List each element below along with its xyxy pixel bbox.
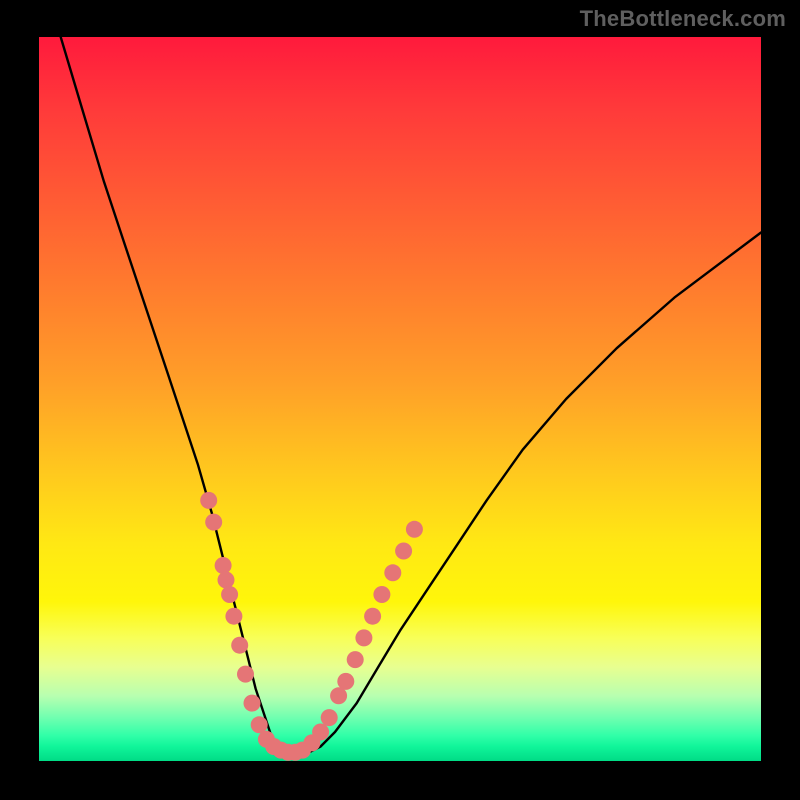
data-point xyxy=(406,521,423,538)
data-point xyxy=(384,564,401,581)
watermark-text: TheBottleneck.com xyxy=(580,6,786,32)
chart-overlay xyxy=(39,37,761,761)
data-point xyxy=(218,572,235,589)
data-point xyxy=(200,492,217,509)
bottleneck-curve xyxy=(61,37,761,754)
data-point xyxy=(221,586,238,603)
highlighted-points-group xyxy=(200,492,423,761)
data-point xyxy=(225,608,242,625)
data-point xyxy=(231,637,248,654)
data-point xyxy=(312,724,329,741)
data-point xyxy=(347,651,364,668)
data-point xyxy=(251,716,268,733)
chart-frame: TheBottleneck.com xyxy=(0,0,800,800)
data-point xyxy=(244,695,261,712)
data-point xyxy=(215,557,232,574)
data-point xyxy=(337,673,354,690)
data-point xyxy=(373,586,390,603)
data-point xyxy=(321,709,338,726)
data-point xyxy=(205,514,222,531)
data-point xyxy=(395,543,412,560)
data-point xyxy=(330,687,347,704)
data-point xyxy=(237,666,254,683)
data-point xyxy=(355,629,372,646)
data-point xyxy=(364,608,381,625)
